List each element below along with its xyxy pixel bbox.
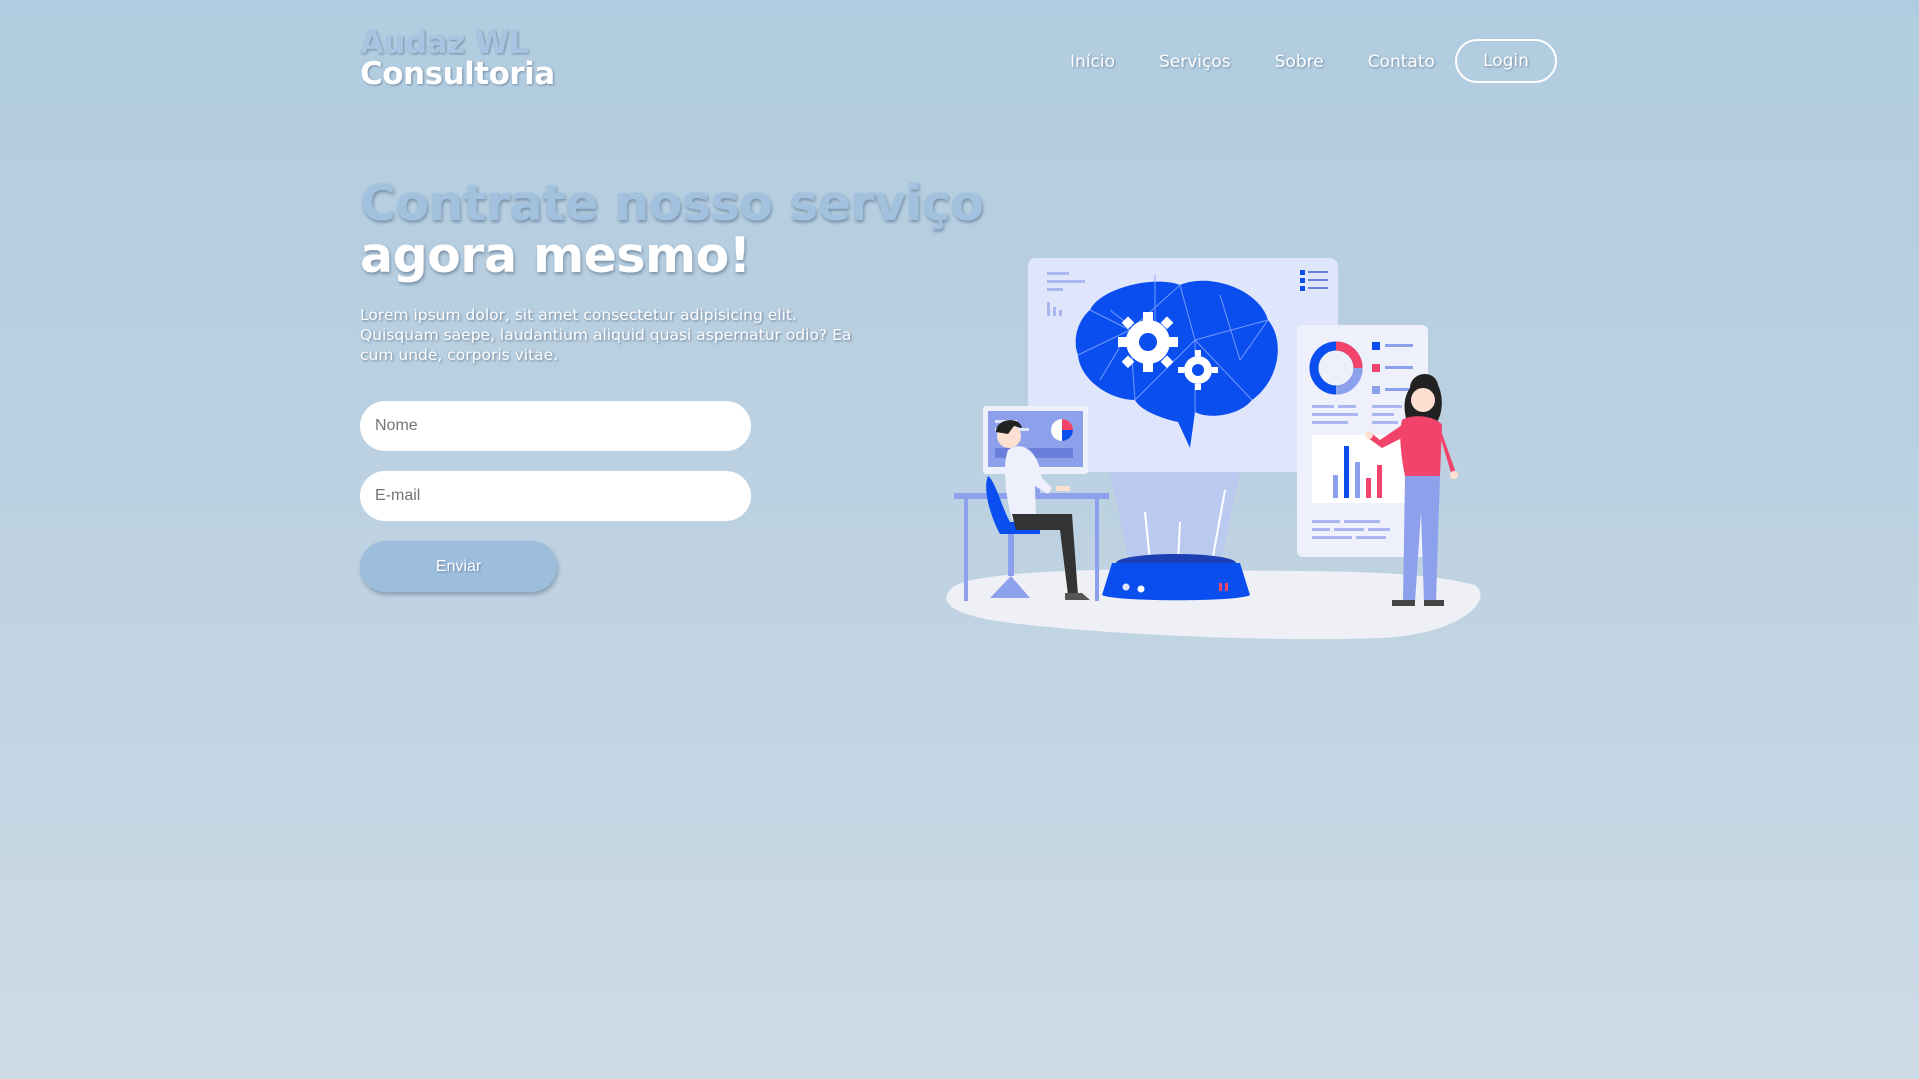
brand-name: Audaz WL xyxy=(360,25,528,61)
hero-description: Lorem ipsum dolor, sit amet consectetur … xyxy=(360,306,852,364)
bar-chart-card xyxy=(1312,435,1412,503)
nav-link-contato[interactable]: Contato xyxy=(1368,52,1435,72)
nav-link-inicio[interactable]: Início xyxy=(1070,52,1115,72)
send-button[interactable]: Enviar xyxy=(360,541,557,592)
hologram-projector xyxy=(1102,554,1250,601)
hero-title: Contrate nosso serviço agora mesmo! xyxy=(360,178,984,282)
report-footer-lines xyxy=(1312,520,1390,539)
name-input[interactable] xyxy=(360,401,751,451)
main-nav: Início Serviços Sobre Contato xyxy=(1070,39,1479,85)
login-button[interactable]: Login xyxy=(1455,39,1557,83)
brand-tagline: Consultoria xyxy=(360,56,555,92)
consulting-illustration xyxy=(946,258,1481,640)
brand-logo[interactable]: Audaz WL Consultoria xyxy=(360,28,555,90)
nav-link-servicos[interactable]: Serviços xyxy=(1159,52,1231,72)
nav-link-sobre[interactable]: Sobre xyxy=(1275,52,1324,72)
hero-title-line1: Contrate nosso serviço xyxy=(360,175,984,232)
email-input[interactable] xyxy=(360,471,751,521)
hero-title-line2: agora mesmo! xyxy=(360,227,751,284)
